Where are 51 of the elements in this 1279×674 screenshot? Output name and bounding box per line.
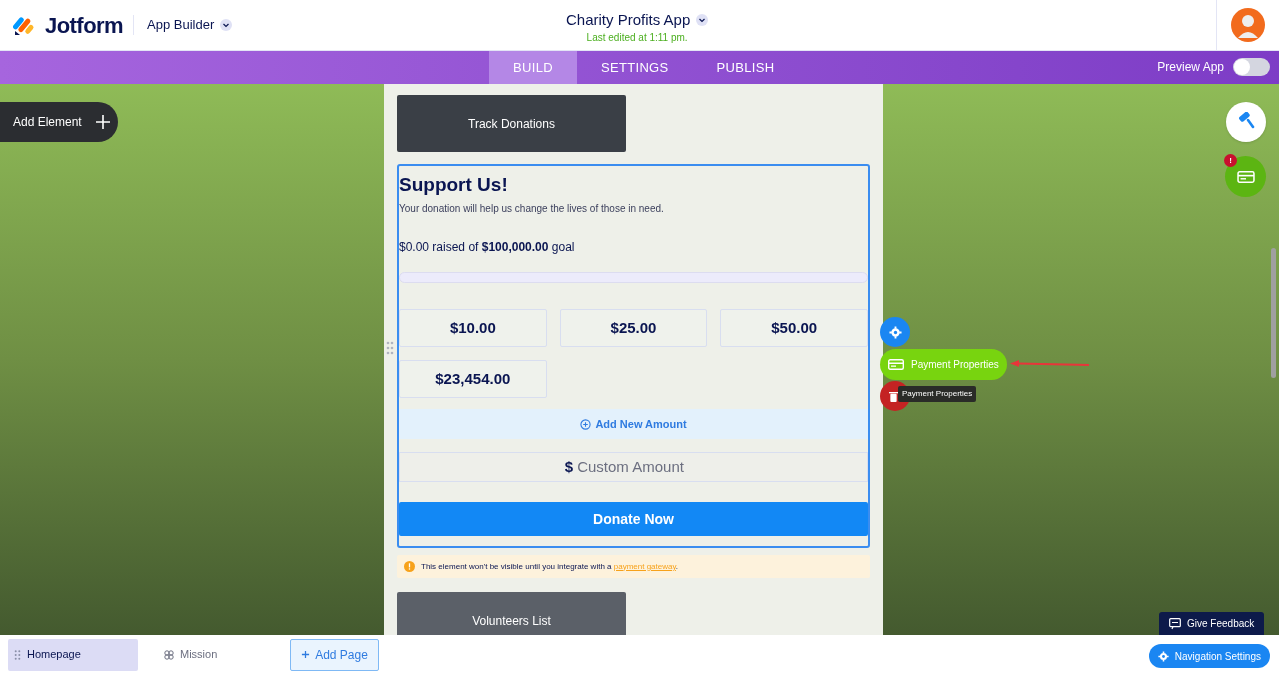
chevron-down-icon <box>696 14 709 27</box>
add-amount-button[interactable]: Add New Amount <box>399 409 868 439</box>
product-dropdown[interactable]: App Builder <box>147 15 233 35</box>
give-feedback-button[interactable]: Give Feedback <box>1159 612 1265 635</box>
chevron-down-icon <box>220 19 233 31</box>
amount-option[interactable]: $25.00 <box>559 309 708 347</box>
tooltip: Payment Properties <box>898 386 977 402</box>
settings-button[interactable] <box>880 317 910 347</box>
volunteers-list-button[interactable]: Volunteers List <box>397 592 626 635</box>
amount-option[interactable]: $23,454.00 <box>399 360 547 398</box>
feedback-icon <box>1169 617 1181 630</box>
add-element-button[interactable]: Add Element <box>0 102 118 142</box>
plus-icon <box>301 650 311 659</box>
card-icon <box>888 359 904 370</box>
preview-label: Preview App <box>1157 59 1224 76</box>
warning-icon <box>404 561 415 572</box>
brand-name: Jotform <box>45 11 124 40</box>
alert-badge: ! <box>1224 154 1237 167</box>
raised-text: $0.00 raised of $100,000.00 goal <box>399 239 576 256</box>
donation-widget[interactable]: Support Us! Your donation will help us change the lives of those in need. $0.00 raised of $100,000.00 goal $10.00 $25.00 $50.00 $23,454.00 Add New Amount $ Custom Amount Donate Now <box>397 164 870 548</box>
page-tab[interactable]: Mission <box>138 638 268 671</box>
settings-icon <box>888 325 902 339</box>
avatar[interactable] <box>1231 8 1265 42</box>
warning-text: This element won't be visible until you integrate with a payment gateway. <box>421 560 679 573</box>
last-edited-text: Last edited at 1:11 pm. <box>586 31 688 44</box>
settings-icon <box>1157 650 1169 662</box>
page-icon <box>164 649 174 660</box>
drag-handle-icon <box>14 649 21 660</box>
add-page-button[interactable]: Add Page <box>290 638 379 671</box>
drag-handle-icon[interactable] <box>386 341 394 355</box>
widget-title: Support Us! <box>399 174 509 196</box>
custom-amount-input[interactable]: Custom Amount <box>577 455 703 479</box>
payment-button[interactable] <box>1225 156 1266 197</box>
widget-description: Your donation will help us change the lives of those in need. <box>399 202 665 216</box>
currency-symbol: $ <box>564 456 574 477</box>
card-icon <box>1236 170 1255 183</box>
app-title-dropdown[interactable]: Charity Profits App <box>566 9 709 32</box>
tab[interactable]: PUBLISH <box>692 51 799 84</box>
amount-option[interactable]: $50.00 <box>720 309 868 347</box>
custom-amount-field[interactable]: $ Custom Amount <box>399 452 868 482</box>
preview-toggle[interactable] <box>1233 58 1270 76</box>
plus-icon <box>95 115 110 129</box>
plus-circle-icon <box>580 418 592 430</box>
page-tab[interactable]: Homepage <box>8 638 138 671</box>
track-donations-button[interactable]: Track Donations <box>397 95 626 152</box>
tab[interactable]: SETTINGS <box>576 51 693 84</box>
amount-option[interactable]: $10.00 <box>399 309 547 347</box>
navigation-settings-button[interactable]: Navigation Settings <box>1148 644 1270 668</box>
paint-roller-button[interactable] <box>1226 102 1266 142</box>
trash-icon <box>889 390 898 402</box>
donate-button[interactable]: Donate Now <box>399 502 868 536</box>
